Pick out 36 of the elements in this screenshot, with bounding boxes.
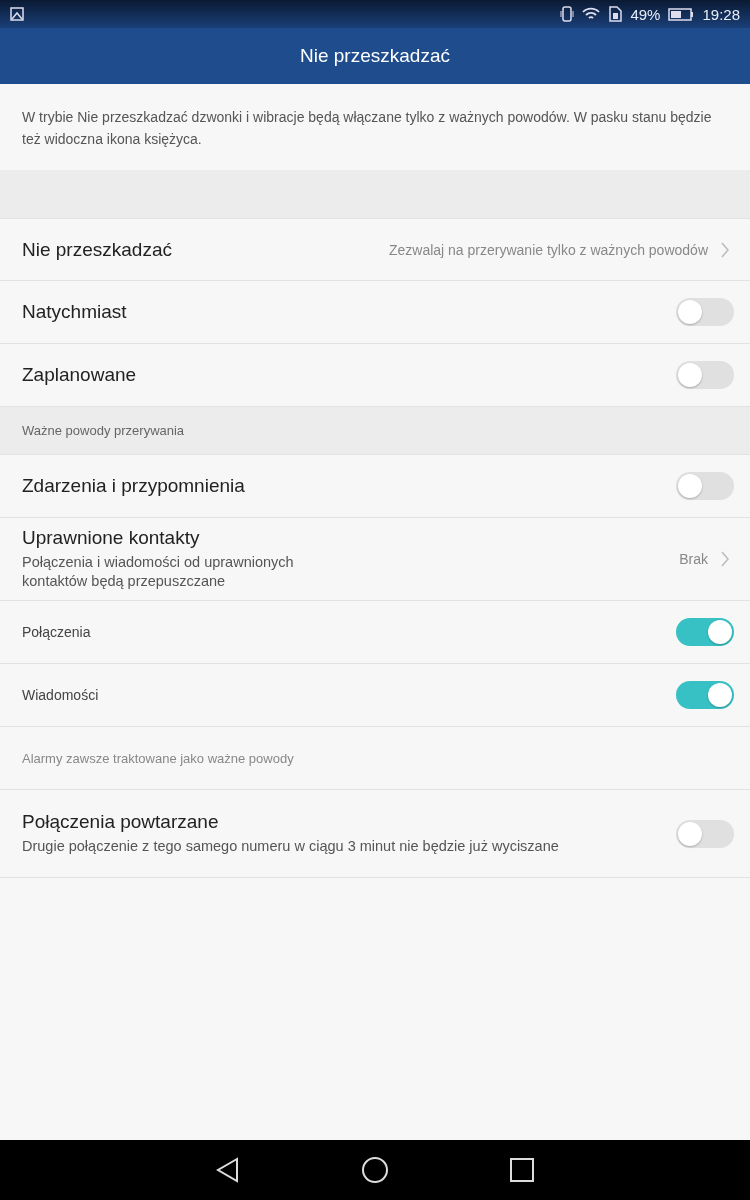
recents-icon[interactable] (509, 1157, 535, 1183)
setting-label: Uprawnione kontakty (22, 527, 201, 549)
home-icon[interactable] (361, 1156, 389, 1184)
note-text: Alarmy zawsze traktowane jako ważne powody (22, 750, 294, 766)
battery-percent: 49% (630, 5, 661, 23)
settings-item[interactable]: Uprawnione kontakty Połączenia i wiadomości od uprawnionych kontaktów będą przepuszczane Brak (0, 518, 750, 601)
image-icon (10, 7, 24, 21)
vibrate-icon (560, 6, 575, 22)
setting-value: Brak (679, 551, 708, 567)
toggle-switch[interactable] (676, 298, 734, 326)
setting-description: Połączenia i wiadomości od uprawnionych kontaktów będą przepuszczane (22, 553, 295, 591)
setting-description: Drugie połączenie z tego samego numeru w ciągu 3 minut nie będzie już wyciszane (22, 837, 560, 856)
setting-value: Zezwalaj na przerywanie tylko z ważnych powodów (388, 241, 708, 258)
chevron-icon (720, 240, 730, 259)
battery-icon (668, 7, 695, 21)
setting-label: Nie przeszkadzać (22, 238, 173, 261)
back-icon[interactable] (215, 1157, 241, 1183)
setting-label: Połączenia powtarzane (22, 811, 220, 833)
setting-label: Wiadomości (22, 687, 100, 703)
sim-icon (608, 6, 623, 22)
chevron-icon (720, 550, 730, 568)
setting-label: Zdarzenia i przypomnienia (22, 475, 246, 497)
toggle-switch[interactable] (676, 819, 734, 848)
screen-title: Nie przeszkadzać (300, 45, 450, 67)
toggle-switch[interactable] (676, 361, 734, 389)
setting-label: Zaplanowane (22, 364, 138, 386)
toggle-switch[interactable] (676, 618, 734, 646)
section-header: Ważne powody przerywania (22, 423, 185, 438)
wifi-icon (582, 7, 601, 21)
setting-label: Połączenia (22, 624, 92, 640)
toggle-switch[interactable] (676, 681, 734, 709)
toggle-switch[interactable] (676, 472, 734, 500)
clock: 19:28 (702, 5, 740, 23)
description: W trybie Nie przeszkadzać dzwonki i wibracje będą włączane tylko z ważnych powodów. W pasku stanu będzie też widoczna ikona księżyca. (21, 108, 713, 149)
settings-item[interactable]: Nie przeszkadzać Zezwalaj na przerywanie tylko z ważnych powodów (0, 219, 750, 281)
setting-label: Natychmiast (22, 301, 128, 323)
